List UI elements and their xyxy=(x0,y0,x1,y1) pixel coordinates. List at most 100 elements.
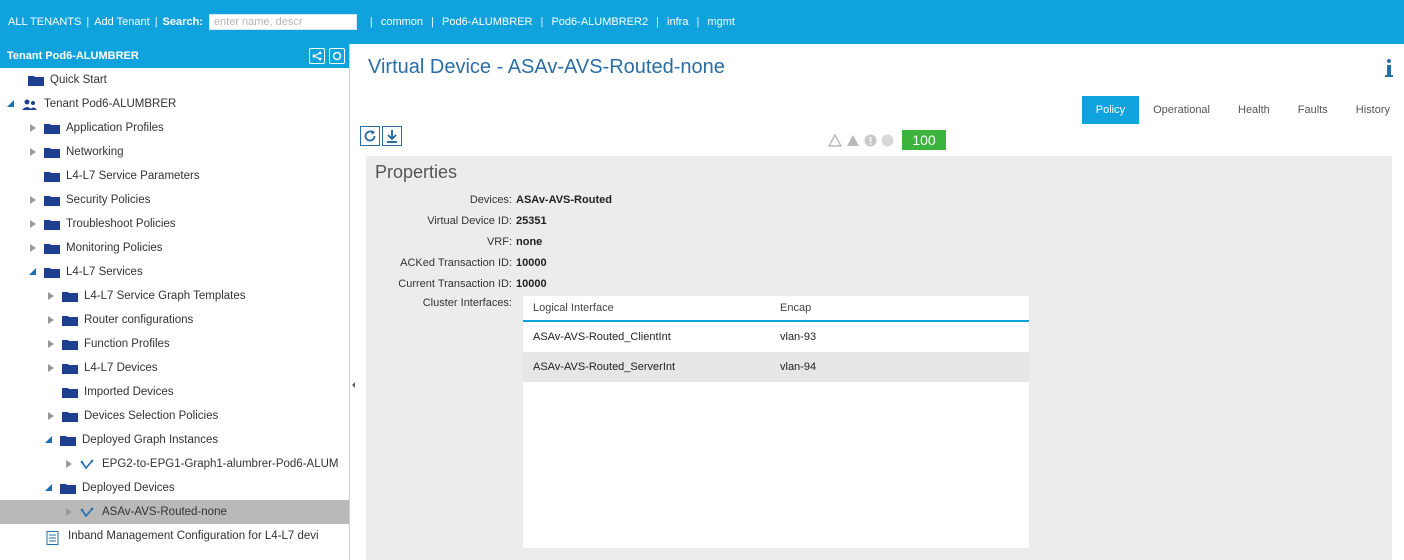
tree-item-networking[interactable]: Networking xyxy=(0,140,349,164)
refresh-icon xyxy=(364,130,376,142)
tree-item-router-configurations[interactable]: Router configurations xyxy=(0,308,349,332)
panel-splitter[interactable] xyxy=(352,370,356,400)
folder-icon xyxy=(62,339,78,350)
folder-icon xyxy=(62,291,78,302)
property-vrf: VRF: none xyxy=(486,236,543,248)
work-pane: Virtual Device - ASAv-AVS-Routed-none Po… xyxy=(358,44,1404,560)
all-tenants-link[interactable]: ALL TENANTS xyxy=(8,16,81,28)
tree-item-monitoring-policies[interactable]: Monitoring Policies xyxy=(0,236,349,260)
tab-history[interactable]: History xyxy=(1342,96,1404,124)
search-input[interactable] xyxy=(208,14,357,30)
search-label: Search: xyxy=(162,16,203,28)
health-score-badge[interactable]: 100 xyxy=(902,130,946,150)
chevron-right-icon[interactable] xyxy=(28,148,38,156)
folder-icon xyxy=(60,435,76,446)
error-icon[interactable] xyxy=(864,134,877,147)
separator: | xyxy=(86,16,90,28)
tree-item-tenant[interactable]: Tenant Pod6-ALUMBRER xyxy=(0,92,349,116)
tenant-link-infra[interactable]: infra xyxy=(667,16,688,28)
chevron-right-icon[interactable] xyxy=(46,292,56,300)
property-cluster-interfaces: Cluster Interfaces: xyxy=(422,297,512,309)
tab-bar: Policy Operational Health Faults History xyxy=(1081,96,1404,124)
tenant-link-pod6-alumbrer[interactable]: Pod6-ALUMBRER xyxy=(442,16,532,28)
download-button[interactable] xyxy=(382,126,402,146)
chevron-down-icon[interactable] xyxy=(28,268,38,276)
tree-item-l4l7-devices[interactable]: L4-L7 Devices xyxy=(0,356,349,380)
tab-policy[interactable]: Policy xyxy=(1081,96,1140,124)
critical-icon[interactable] xyxy=(881,134,894,147)
folder-icon xyxy=(60,483,76,494)
tree-item-l4l7-services[interactable]: L4-L7 Services xyxy=(0,260,349,284)
tenant-link-common[interactable]: common xyxy=(381,16,423,28)
info-icon[interactable] xyxy=(1384,58,1394,78)
tree-item-deployed-graph-instances[interactable]: Deployed Graph Instances xyxy=(0,428,349,452)
property-devices: Devices: ASAv-AVS-Routed xyxy=(469,194,612,206)
folder-icon xyxy=(44,243,60,254)
property-acked-transaction-id: ACKed Transaction ID: 10000 xyxy=(400,257,547,269)
folder-icon xyxy=(44,267,60,278)
refresh-button[interactable] xyxy=(360,126,380,146)
chevron-right-icon[interactable] xyxy=(64,508,74,516)
chevron-right-icon[interactable] xyxy=(46,316,56,324)
tab-health[interactable]: Health xyxy=(1224,96,1284,124)
tree-expand-button[interactable] xyxy=(309,48,325,64)
add-tenant-link[interactable]: Add Tenant xyxy=(94,16,149,28)
chevron-down-icon[interactable] xyxy=(6,100,16,108)
chevron-right-icon[interactable] xyxy=(46,364,56,372)
tree-item-l4l7-service-parameters[interactable]: L4-L7 Service Parameters xyxy=(0,164,349,188)
property-current-transaction-id: Current Transaction ID: 10000 xyxy=(398,278,547,290)
tree-item-service-graph-templates[interactable]: L4-L7 Service Graph Templates xyxy=(0,284,349,308)
chevron-right-icon[interactable] xyxy=(28,220,38,228)
navigation-header-title: Tenant Pod6-ALUMBRER xyxy=(7,50,139,62)
document-icon xyxy=(46,530,62,545)
tree-item-function-profiles[interactable]: Function Profiles xyxy=(0,332,349,356)
chevron-down-icon[interactable] xyxy=(44,436,54,444)
tenant-icon xyxy=(22,99,38,110)
tenant-link-mgmt[interactable]: mgmt xyxy=(707,16,735,28)
refresh-icon xyxy=(332,51,342,61)
tree-item-imported-devices[interactable]: Imported Devices xyxy=(0,380,349,404)
tree-item-deployed-devices[interactable]: Deployed Devices xyxy=(0,476,349,500)
folder-icon xyxy=(44,195,60,206)
tree-icon xyxy=(312,51,322,61)
chevron-right-icon[interactable] xyxy=(46,412,56,420)
tree-refresh-button[interactable] xyxy=(329,48,345,64)
tree-item-graph-instance[interactable]: EPG2-to-EPG1-Graph1-alumbrer-Pod6-ALUM xyxy=(0,452,349,476)
table-row[interactable]: ASAv-AVS-Routed_ClientInt vlan-93 xyxy=(523,322,1029,352)
top-nav-bar: ALL TENANTS | Add Tenant | Search: | com… xyxy=(0,0,1404,44)
column-header-encap[interactable]: Encap xyxy=(780,302,980,314)
chevron-down-icon[interactable] xyxy=(44,484,54,492)
folder-icon xyxy=(44,147,60,158)
folder-icon xyxy=(62,411,78,422)
tree-item-inband-management[interactable]: Inband Management Configuration for L4-L… xyxy=(0,524,349,548)
navigation-tree: Quick Start Tenant Pod6-ALUMBRER Applica… xyxy=(0,68,349,548)
chevron-right-icon[interactable] xyxy=(28,244,38,252)
warning-outline-icon[interactable] xyxy=(828,133,842,147)
chevron-right-icon[interactable] xyxy=(64,460,74,468)
chevron-right-icon[interactable] xyxy=(28,196,38,204)
navigation-panel: Tenant Pod6-ALUMBRER Quick Start Tenant … xyxy=(0,44,350,560)
folder-icon xyxy=(44,123,60,134)
warning-icon[interactable] xyxy=(846,134,860,147)
folder-icon xyxy=(62,363,78,374)
tab-operational[interactable]: Operational xyxy=(1139,96,1224,124)
tab-faults[interactable]: Faults xyxy=(1284,96,1342,124)
cluster-interfaces-table: Logical Interface Encap ASAv-AVS-Routed_… xyxy=(523,296,1029,548)
tree-item-devices-selection-policies[interactable]: Devices Selection Policies xyxy=(0,404,349,428)
tree-item-quick-start[interactable]: Quick Start xyxy=(0,68,349,92)
table-row[interactable]: ASAv-AVS-Routed_ServerInt vlan-94 xyxy=(523,352,1029,382)
properties-panel: Properties Devices: ASAv-AVS-Routed Virt… xyxy=(366,156,1392,560)
navigation-header: Tenant Pod6-ALUMBRER xyxy=(0,44,349,68)
tree-item-troubleshoot-policies[interactable]: Troubleshoot Policies xyxy=(0,212,349,236)
toolbar xyxy=(360,126,402,146)
folder-icon xyxy=(44,219,60,230)
column-header-logical-interface[interactable]: Logical Interface xyxy=(523,302,780,314)
tree-item-asav-avs-routed-none[interactable]: ASAv-AVS-Routed-none xyxy=(0,500,349,524)
folder-icon xyxy=(62,387,78,398)
chevron-right-icon[interactable] xyxy=(28,124,38,132)
tree-item-security-policies[interactable]: Security Policies xyxy=(0,188,349,212)
tenant-link-pod6-alumbrer2[interactable]: Pod6-ALUMBRER2 xyxy=(551,16,648,28)
chevron-right-icon[interactable] xyxy=(46,340,56,348)
folder-icon xyxy=(62,315,78,326)
tree-item-application-profiles[interactable]: Application Profiles xyxy=(0,116,349,140)
